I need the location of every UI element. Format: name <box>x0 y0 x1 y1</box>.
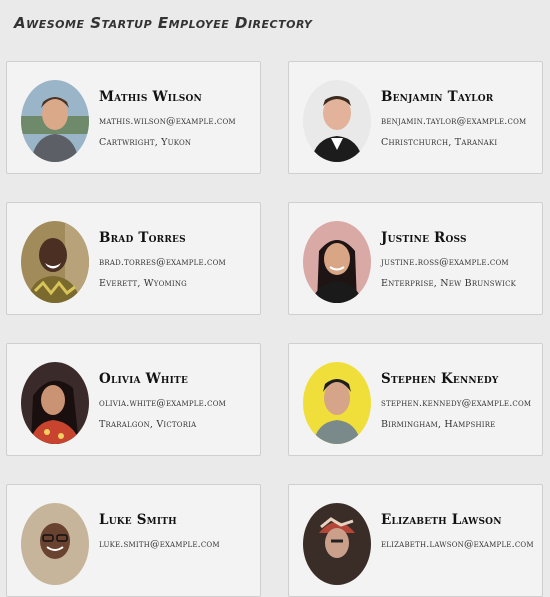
employee-location: Traralgon, Victoria <box>99 419 197 430</box>
employee-avatar <box>21 503 89 585</box>
employee-name: Benjamin Taylor <box>381 89 494 105</box>
employee-avatar <box>303 362 371 444</box>
employee-email: mathis.wilson@example.com <box>99 116 236 127</box>
employee-card[interactable]: Brad Torres brad.torres@example.com Ever… <box>6 202 261 315</box>
employee-email: olivia.white@example.com <box>99 398 227 409</box>
employee-name: Luke Smith <box>99 512 177 528</box>
employee-location: Everett, Wyoming <box>99 278 187 289</box>
employee-avatar <box>303 503 371 585</box>
employee-card[interactable]: Elizabeth Lawson elizabeth.lawson@exampl… <box>288 484 543 597</box>
employee-email: luke.smith@example.com <box>99 539 220 550</box>
employee-card[interactable]: Benjamin Taylor benjamin.taylor@example.… <box>288 61 543 174</box>
employee-email: elizabeth.lawson@example.com <box>381 539 534 550</box>
employee-name: Brad Torres <box>99 230 186 246</box>
employee-location: Birmingham, Hampshire <box>381 419 496 430</box>
employee-name: Olivia White <box>99 371 189 387</box>
employee-avatar <box>303 80 371 162</box>
employee-email: brad.torres@example.com <box>99 257 226 268</box>
employee-name: Stephen Kennedy <box>381 371 499 387</box>
employee-avatar <box>21 362 89 444</box>
employee-email: stephen.kennedy@example.com <box>381 398 532 409</box>
employee-name: Elizabeth Lawson <box>381 512 502 528</box>
employee-email: benjamin.taylor@example.com <box>381 116 527 127</box>
page-title: Awesome Startup Employee Directory <box>14 14 313 32</box>
employee-location: Christchurch, Taranaki <box>381 137 498 148</box>
employee-location: Enterprise, New Brunswick <box>381 278 517 289</box>
employee-name: Mathis Wilson <box>99 89 202 105</box>
employee-card[interactable]: Luke Smith luke.smith@example.com <box>6 484 261 597</box>
employee-location: Cartwright, Yukon <box>99 137 192 148</box>
employee-card[interactable]: Mathis Wilson mathis.wilson@example.com … <box>6 61 261 174</box>
employee-avatar <box>303 221 371 303</box>
employee-name: Justine Ross <box>381 230 467 246</box>
employee-avatar <box>21 221 89 303</box>
employee-email: justine.ross@example.com <box>381 257 509 268</box>
employee-card[interactable]: Stephen Kennedy stephen.kennedy@example.… <box>288 343 543 456</box>
employee-card[interactable]: Olivia White olivia.white@example.com Tr… <box>6 343 261 456</box>
employee-card[interactable]: Justine Ross justine.ross@example.com En… <box>288 202 543 315</box>
employee-avatar <box>21 80 89 162</box>
